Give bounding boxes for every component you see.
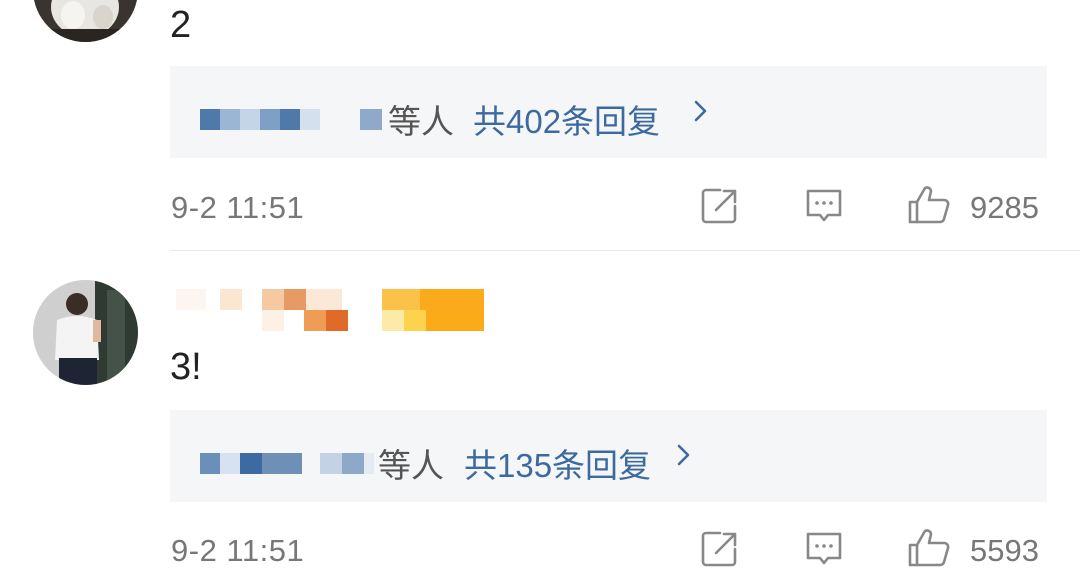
mosaic-usernames bbox=[200, 453, 302, 474]
reply-count-link[interactable]: 共135条回复 bbox=[464, 439, 651, 487]
thumbs-up-icon[interactable] bbox=[906, 525, 952, 576]
like-count: 9285 bbox=[970, 190, 1039, 225]
avatar[interactable] bbox=[33, 280, 138, 385]
comment-time: 9-2 11:51 bbox=[171, 533, 305, 568]
mosaic-username bbox=[176, 289, 484, 331]
reply-users-suffix: 等人 bbox=[378, 447, 444, 484]
thumbs-up-icon[interactable] bbox=[906, 182, 952, 233]
comment-text: 3! bbox=[170, 346, 202, 388]
reply-preview[interactable]: 等人 共402条回复 bbox=[170, 66, 1047, 158]
chevron-right-icon bbox=[692, 94, 712, 133]
reply-preview[interactable]: 等人 共135条回复 bbox=[170, 410, 1047, 502]
mosaic-usernames bbox=[200, 109, 320, 130]
mosaic-usernames bbox=[320, 453, 374, 474]
share-icon[interactable] bbox=[700, 186, 740, 231]
mosaic-usernames bbox=[360, 109, 382, 130]
like-count: 5593 bbox=[970, 533, 1039, 568]
chevron-right-icon bbox=[675, 438, 695, 477]
share-icon[interactable] bbox=[700, 529, 740, 574]
comment-text: 2 bbox=[170, 4, 192, 46]
reply-users-suffix: 等人 bbox=[388, 103, 454, 140]
comment-time: 9-2 11:51 bbox=[171, 190, 305, 225]
comment-icon[interactable] bbox=[804, 529, 844, 574]
reply-count-link[interactable]: 共402条回复 bbox=[473, 95, 660, 143]
comment-icon[interactable] bbox=[804, 186, 844, 231]
avatar[interactable] bbox=[33, 0, 138, 42]
divider bbox=[170, 250, 1080, 251]
